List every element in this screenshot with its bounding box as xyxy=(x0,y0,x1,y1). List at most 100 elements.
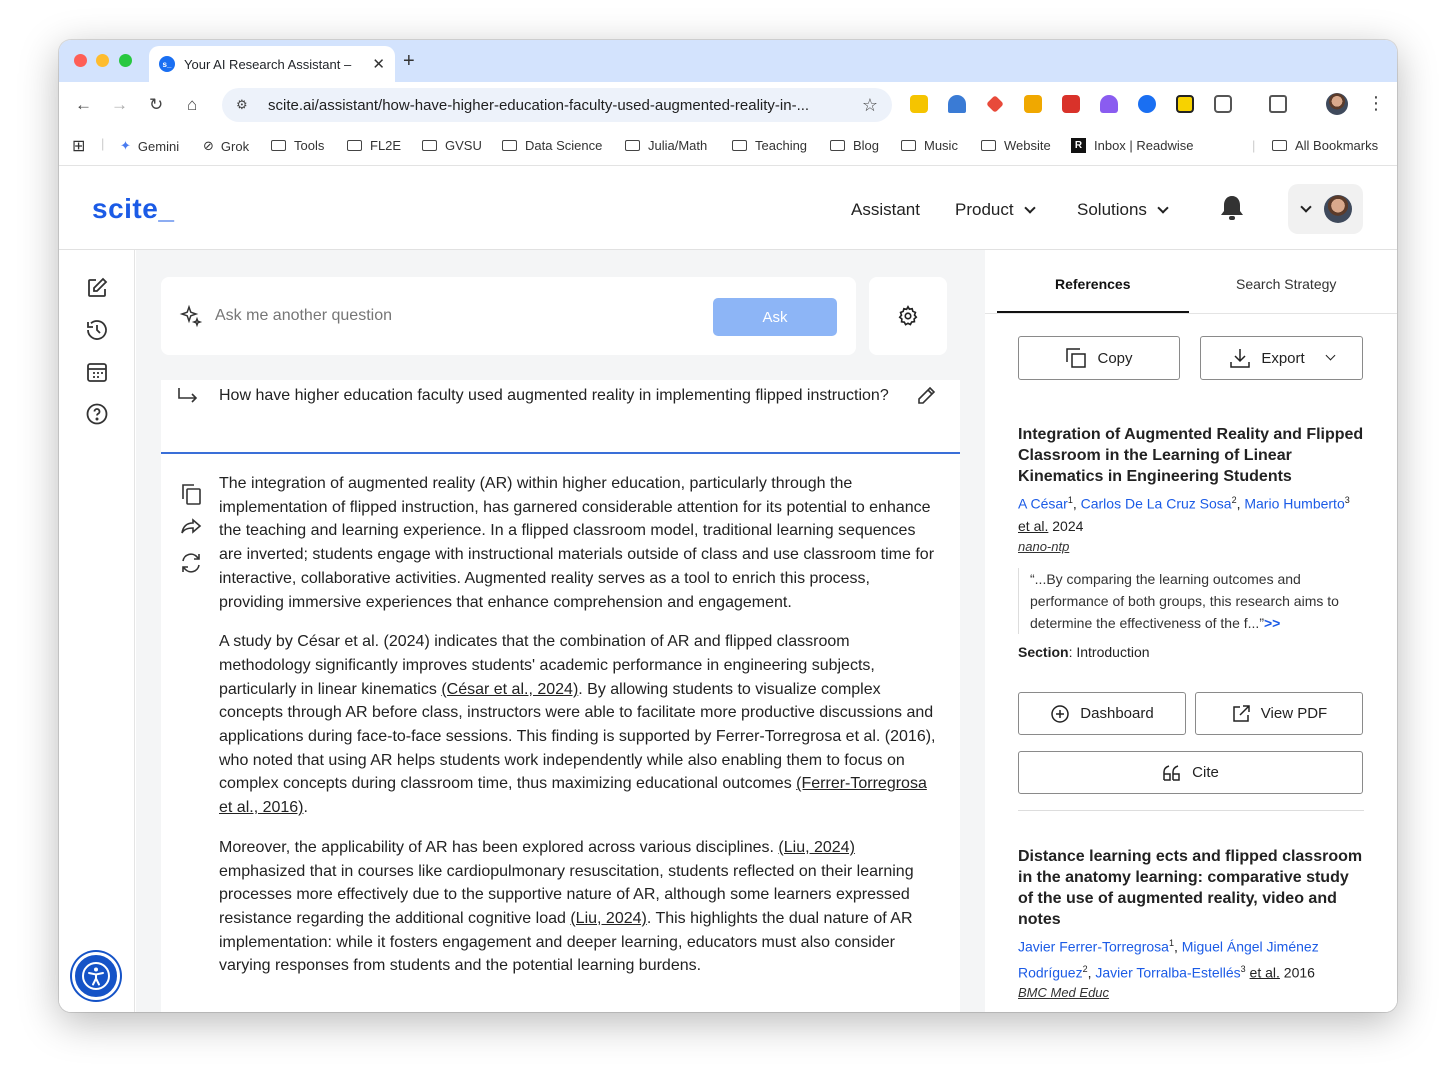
tab-title: Your AI Research Assistant – xyxy=(184,56,352,72)
bookmark-gvsu[interactable]: GVSU xyxy=(422,138,482,153)
close-tab-icon[interactable]: ✕ xyxy=(372,55,385,73)
site-info-icon[interactable]: ⚙ xyxy=(236,97,258,113)
extension-scite-icon[interactable] xyxy=(1138,95,1156,113)
browser-window: s_ Your AI Research Assistant – ✕ + ← → … xyxy=(59,40,1397,1012)
et-al-link[interactable]: et al. xyxy=(1250,964,1280,980)
left-sidebar xyxy=(59,250,135,1012)
scite-logo[interactable]: scite_ xyxy=(92,193,174,225)
copy-label: Copy xyxy=(1097,349,1133,367)
edit-pencil-icon[interactable] xyxy=(916,386,936,406)
export-button[interactable]: Export xyxy=(1200,336,1363,380)
extension-readwise-icon[interactable] xyxy=(1176,95,1194,113)
profile-menu[interactable] xyxy=(1288,184,1363,234)
nav-product[interactable]: Product xyxy=(955,200,1036,220)
back-icon[interactable]: ← xyxy=(75,95,92,115)
extension-scholar-icon[interactable] xyxy=(948,95,966,113)
close-window-button[interactable] xyxy=(74,54,87,67)
accessibility-button[interactable] xyxy=(72,952,120,1000)
browser-tab[interactable]: s_ Your AI Research Assistant – ✕ xyxy=(149,46,395,82)
tab-references[interactable]: References xyxy=(1055,276,1131,292)
forward-icon[interactable]: → xyxy=(111,95,128,115)
extensions-puzzle-icon[interactable] xyxy=(1214,95,1232,113)
bookmark-label: Website xyxy=(1004,138,1051,153)
regenerate-icon[interactable] xyxy=(179,551,203,575)
cite-button[interactable]: Cite xyxy=(1018,751,1363,794)
author-link[interactable]: Carlos De La Cruz Sosa xyxy=(1081,496,1232,512)
reference-journal[interactable]: BMC Med Educ xyxy=(1018,985,1364,1000)
extension-zotero-icon[interactable] xyxy=(1024,95,1042,113)
bookmark-tools[interactable]: Tools xyxy=(271,138,324,153)
reference-title[interactable]: Integration of Augmented Reality and Fli… xyxy=(1018,424,1364,487)
bookmark-website[interactable]: Website xyxy=(981,138,1051,153)
apps-grid-icon[interactable]: ⊞ xyxy=(72,136,85,156)
help-icon[interactable] xyxy=(85,402,109,426)
tab-search-icon[interactable] xyxy=(1269,95,1287,113)
bookmark-teaching[interactable]: Teaching xyxy=(732,138,807,153)
bookmark-label: Data Science xyxy=(525,138,603,153)
copy-icon[interactable] xyxy=(179,482,203,506)
settings-button[interactable] xyxy=(869,277,947,355)
view-pdf-button[interactable]: View PDF xyxy=(1195,692,1363,735)
author-link[interactable]: Mario Humberto xyxy=(1244,496,1344,512)
et-al-link[interactable]: et al. xyxy=(1018,518,1048,534)
nav-assistant[interactable]: Assistant xyxy=(851,200,920,220)
tab-search-strategy[interactable]: Search Strategy xyxy=(1236,276,1336,292)
author-link[interactable]: Javier Ferrer-Torregrosa xyxy=(1018,939,1169,955)
reference-divider xyxy=(1018,810,1364,811)
history-icon[interactable] xyxy=(85,318,109,342)
bookmark-readwise[interactable]: R Inbox | Readwise xyxy=(1071,138,1194,153)
reference-journal[interactable]: nano-ntp xyxy=(1018,539,1364,554)
address-bar[interactable]: ⚙ scite.ai/assistant/how-have-higher-edu… xyxy=(222,88,892,122)
author-superscript: 2 xyxy=(1082,963,1088,974)
nav-solutions[interactable]: Solutions xyxy=(1077,200,1169,220)
calendar-icon[interactable] xyxy=(85,360,109,384)
home-icon[interactable]: ⌂ xyxy=(187,95,197,115)
bookmark-data-science[interactable]: Data Science xyxy=(502,138,602,153)
new-tab-icon[interactable]: + xyxy=(403,50,415,73)
extension-keep-icon[interactable] xyxy=(910,95,928,113)
answer-paragraph-2: A study by César et al. (2024) indicates… xyxy=(219,630,938,820)
bookmark-fl2e[interactable]: FL2E xyxy=(347,138,401,153)
maximize-window-button[interactable] xyxy=(119,54,132,67)
bookmark-star-icon[interactable]: ☆ xyxy=(862,95,878,116)
reload-icon[interactable]: ↻ xyxy=(149,95,163,115)
folder-icon xyxy=(830,140,845,151)
folder-icon xyxy=(1272,140,1287,151)
extension-pin-icon[interactable] xyxy=(986,95,1004,113)
extension-books-icon[interactable] xyxy=(1062,95,1080,113)
cite-label: Cite xyxy=(1192,764,1219,781)
author-superscript: 1 xyxy=(1168,938,1174,948)
browser-menu-icon[interactable]: ⋮ xyxy=(1367,93,1385,114)
citation-link[interactable]: (César et al., 2024) xyxy=(441,681,578,698)
author-link[interactable]: Javier Torralba-Estellés xyxy=(1095,964,1240,980)
notifications-bell-icon[interactable] xyxy=(1219,194,1245,222)
citation-link[interactable]: (Liu, 2024) xyxy=(570,910,647,927)
user-avatar xyxy=(1324,195,1352,223)
bookmark-julia-math[interactable]: Julia/Math xyxy=(625,138,707,153)
new-chat-edit-icon[interactable] xyxy=(85,276,109,300)
bookmark-music[interactable]: Music xyxy=(901,138,958,153)
dashboard-button[interactable]: Dashboard xyxy=(1018,692,1186,735)
references-panel: References Search Strategy Copy Export I… xyxy=(985,250,1397,1012)
expand-quote-link[interactable]: >> xyxy=(1264,615,1280,631)
bookmark-all-bookmarks[interactable]: All Bookmarks xyxy=(1272,138,1378,153)
share-icon[interactable] xyxy=(179,515,203,539)
reference-year: 2016 xyxy=(1283,964,1315,981)
sparkles-icon xyxy=(179,304,203,328)
answer-paragraph-1: The integration of augmented reality (AR… xyxy=(219,475,935,611)
bookmark-grok[interactable]: ⊘ Grok xyxy=(203,138,249,154)
copy-references-button[interactable]: Copy xyxy=(1018,336,1180,380)
folder-icon xyxy=(901,140,916,151)
minimize-window-button[interactable] xyxy=(96,54,109,67)
tab-strip: s_ Your AI Research Assistant – ✕ + xyxy=(59,40,1397,82)
bookmark-gemini[interactable]: ✦ Gemini xyxy=(120,138,179,154)
bookmark-blog[interactable]: Blog xyxy=(830,138,879,153)
bookmark-label: Julia/Math xyxy=(648,138,708,153)
browser-toolbar: ← → ↻ ⌂ ⚙ scite.ai/assistant/how-have-hi… xyxy=(59,82,1397,128)
extension-obsidian-icon[interactable] xyxy=(1100,95,1118,113)
reference-title[interactable]: Distance learning ects and flipped class… xyxy=(1018,846,1364,930)
author-link[interactable]: A César xyxy=(1018,496,1068,512)
ask-button[interactable]: Ask xyxy=(713,298,837,336)
browser-profile-avatar[interactable] xyxy=(1326,93,1348,115)
citation-link[interactable]: (Liu, 2024) xyxy=(778,839,855,856)
